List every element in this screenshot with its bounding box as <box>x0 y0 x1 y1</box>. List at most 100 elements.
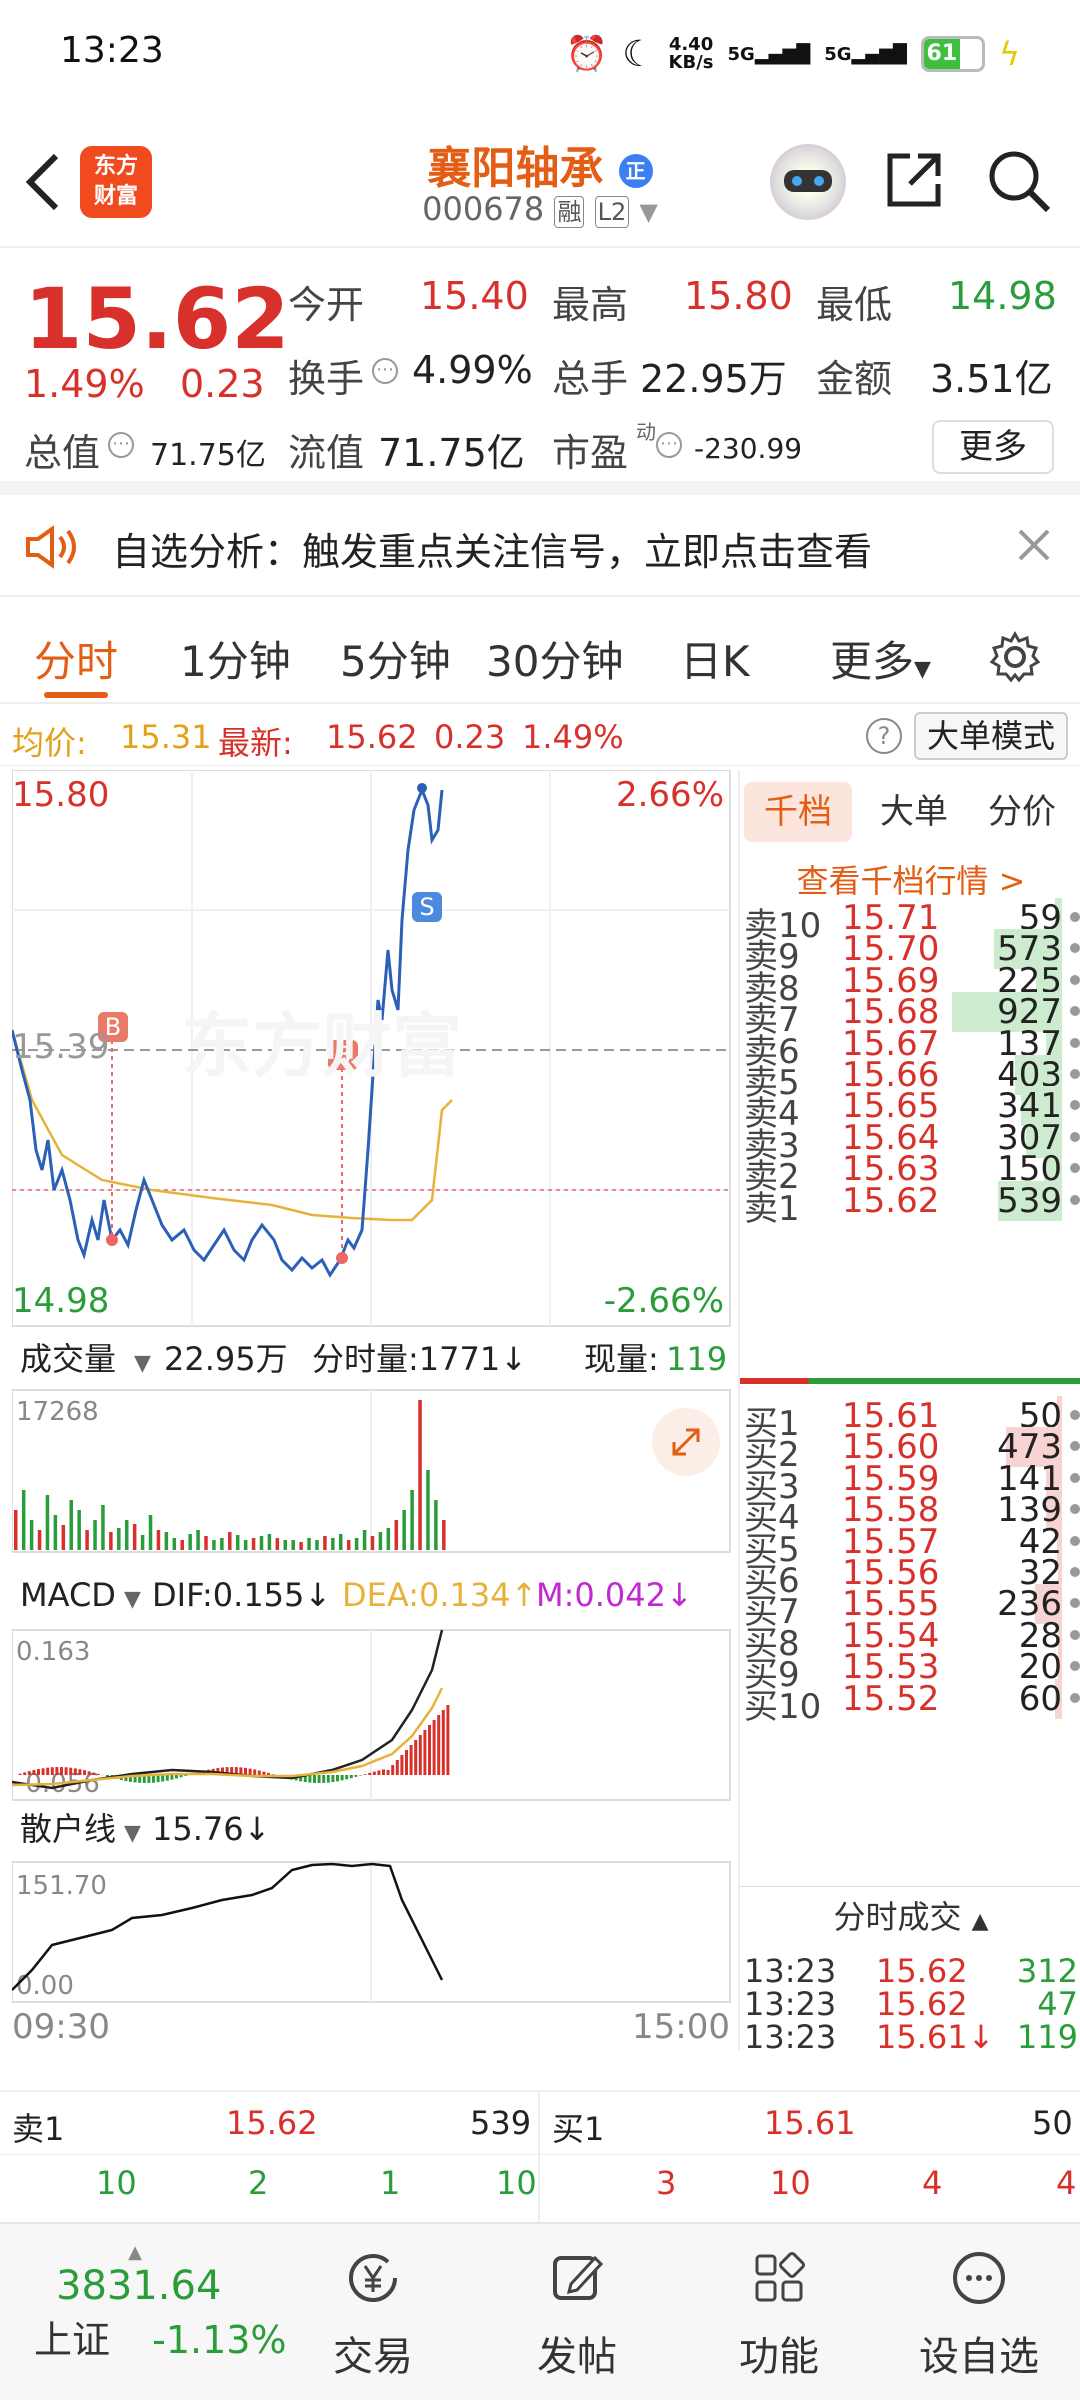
trades-header[interactable]: 分时成交 ▲ <box>740 1892 1080 1938</box>
nav-functions[interactable]: 功能 <box>714 2250 844 2382</box>
intraday-chart-area[interactable]: B B S 东方财富 15.80 15.39 14.98 2.66% -2.66… <box>10 769 732 2050</box>
macd-bar <box>165 1775 169 1781</box>
volume-selector[interactable]: 成交量 <box>20 1340 116 1378</box>
tab-daily-k[interactable]: 日K <box>680 628 750 689</box>
more-button[interactable]: 更多 <box>932 420 1054 474</box>
caret-up-icon: ▲ <box>971 1909 989 1934</box>
info-icon[interactable]: ⋯ <box>656 432 682 458</box>
nav-functions-label: 功能 <box>739 2334 819 2380</box>
status-dot <box>1070 974 1080 985</box>
tab-level-depth[interactable]: 千档 <box>744 782 852 842</box>
macd-bar <box>345 1775 349 1780</box>
assistant-robot-icon[interactable] <box>770 144 846 220</box>
info-icon[interactable]: ⋯ <box>108 432 134 458</box>
macd-bar <box>96 1773 100 1775</box>
volume-bar <box>299 1542 303 1550</box>
tab-5min[interactable]: 5分钟 <box>340 628 451 689</box>
more-dots-icon <box>953 2252 1005 2304</box>
volume-bar <box>426 1470 430 1550</box>
tab-big-orders[interactable]: 大单 <box>860 782 968 842</box>
latest-value: 15.62 <box>326 718 418 756</box>
amount-label: 金额 <box>816 357 893 401</box>
back-button[interactable] <box>22 150 62 223</box>
chart-mid-label: 15.39 <box>12 1027 109 1067</box>
grid-icon <box>755 2252 805 2302</box>
status-bar: 13:23 ⏰ ☾ 4.40 KB/s 5G▂▄▆█ 5G▂▄▆█ 61 ϟ <box>0 0 1080 110</box>
macd-bar <box>257 1770 261 1775</box>
macd-bar <box>340 1775 344 1781</box>
share-icon[interactable] <box>882 148 946 212</box>
tab-30min[interactable]: 30分钟 <box>486 628 623 689</box>
tab-intraday[interactable]: 分时 <box>34 628 118 689</box>
settings-gear-icon[interactable] <box>988 630 1042 684</box>
amount-value: 3.51亿 <box>930 357 1053 401</box>
macd-bar <box>69 1767 73 1775</box>
search-icon[interactable] <box>986 148 1052 214</box>
status-dot <box>1070 1472 1080 1483</box>
latest-pct: 1.49% <box>522 718 624 756</box>
volume-bar <box>346 1540 351 1550</box>
stock-code-row[interactable]: 000678 融 L2 ▼ <box>390 190 690 228</box>
volume-bar <box>14 1510 18 1550</box>
ask-row[interactable]: 卖1 15.62 539 <box>740 1177 1080 1229</box>
signal2-label: 5G <box>824 43 852 65</box>
buy-tick-4: 4 <box>1056 2164 1077 2202</box>
signal-icon: 5G▂▄▆█ <box>727 43 811 65</box>
low-label: 最低 <box>816 283 893 327</box>
brand-logo[interactable]: 东方 财富 <box>80 146 152 218</box>
status-dot <box>1070 1006 1080 1017</box>
tab-price-distribution[interactable]: 分价 <box>968 782 1076 842</box>
margin-tag: 融 <box>554 196 585 228</box>
nav-post-label: 发帖 <box>537 2334 617 2380</box>
macd-bar <box>349 1775 353 1779</box>
alarm-icon: ⏰ <box>565 34 609 74</box>
back-arrow-icon <box>25 153 59 211</box>
big-order-mode-button[interactable]: 大单模式 <box>914 712 1068 760</box>
macd-bar <box>170 1775 174 1780</box>
index-widget[interactable]: ▲ 3831.64 上证 -1.13% <box>34 2242 294 2364</box>
retail-selector[interactable]: 散户线 <box>20 1810 116 1848</box>
nav-add-watchlist[interactable]: 设自选 <box>914 2250 1044 2382</box>
buy1-label: 买1 <box>552 2110 605 2148</box>
volume-bar <box>85 1530 89 1550</box>
high-value: 15.80 <box>684 274 793 318</box>
macd-bar <box>267 1772 270 1775</box>
signal2-icon: 5G▂▄▆█ <box>824 43 907 65</box>
volume-value: 22.95万 <box>640 357 787 401</box>
close-icon[interactable] <box>1016 527 1052 563</box>
bid-row[interactable]: 买10 15.52 60 <box>740 1675 1080 1727</box>
macd-bar <box>409 1745 413 1775</box>
price-change-pct: 1.49% <box>24 362 145 406</box>
notice-bar[interactable]: 自选分析：触发重点关注信号，立即点击查看 <box>0 495 1080 597</box>
status-dot <box>1070 1163 1080 1174</box>
macd-bar <box>359 1775 362 1776</box>
nav-post[interactable]: 发帖 <box>512 2250 642 2382</box>
stock-title[interactable]: 襄阳轴承 正 <box>390 132 690 196</box>
volume-bar <box>291 1540 295 1550</box>
status-dot <box>1070 1100 1080 1111</box>
help-icon[interactable]: ? <box>866 718 902 754</box>
macd-bar <box>428 1725 431 1775</box>
buy-tick-2: 10 <box>770 2164 811 2202</box>
macd-bar <box>244 1767 247 1775</box>
tab-1min[interactable]: 1分钟 <box>180 628 291 689</box>
nav-trade[interactable]: 交易 <box>308 2250 438 2382</box>
info-icon[interactable]: ⋯ <box>372 358 398 384</box>
volume-bar <box>196 1530 200 1550</box>
volume-bar <box>101 1505 105 1550</box>
volume-bar <box>156 1530 161 1550</box>
volume-bar <box>283 1540 288 1550</box>
volume-bar <box>434 1500 438 1550</box>
stock-header: 东方 财富 襄阳轴承 正 000678 融 L2 ▼ <box>0 110 1080 248</box>
macd-bar <box>27 1771 31 1775</box>
macd-selector[interactable]: MACD <box>20 1576 116 1614</box>
macd-bar <box>437 1715 441 1775</box>
tab-more[interactable]: 更多▼ <box>830 628 931 689</box>
latest-change: 0.23 <box>434 718 506 756</box>
open-label: 今开 <box>288 283 365 327</box>
macd-bar <box>331 1775 335 1783</box>
level-volume: 60 <box>1018 1678 1062 1719</box>
macd-bar <box>405 1750 408 1775</box>
buy-tick-1: 3 <box>656 2164 677 2202</box>
stock-code: 000678 <box>422 190 545 228</box>
